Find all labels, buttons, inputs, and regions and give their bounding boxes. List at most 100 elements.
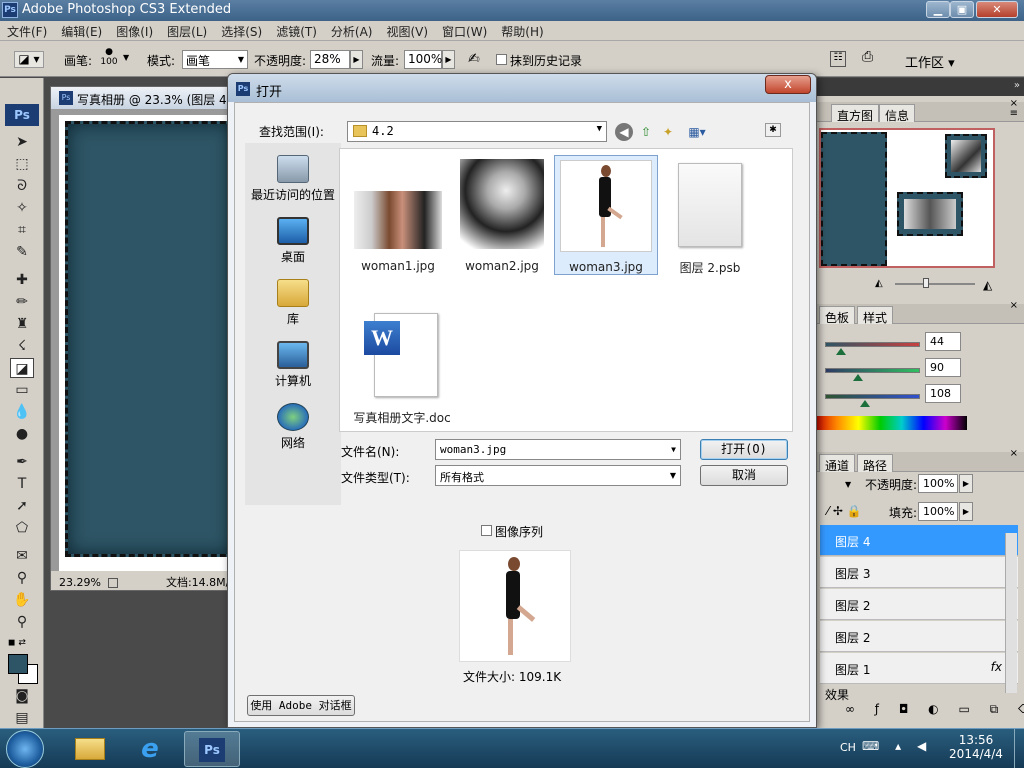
menu-edit[interactable]: 编辑(E) bbox=[54, 21, 109, 40]
layer-row[interactable]: 图层 3 bbox=[820, 557, 1018, 588]
opacity-input[interactable]: 28% bbox=[310, 50, 350, 69]
image-sequence-checkbox[interactable] bbox=[481, 525, 492, 536]
up-folder-icon[interactable]: ⇧ bbox=[637, 123, 655, 141]
foreground-color-swatch[interactable] bbox=[8, 654, 28, 674]
adobe-dialog-button[interactable]: 使用 Adobe 对话框 bbox=[247, 695, 355, 716]
layer-opacity-slider-icon[interactable]: ▶ bbox=[959, 474, 973, 493]
view-menu-icon[interactable]: ▦▾ bbox=[683, 123, 711, 141]
filetype-select[interactable]: 所有格式 ▼ bbox=[435, 465, 681, 486]
layers-footer-icons[interactable]: ∞ ƒ ◘ ◐ ▭ ⧉ ⌫ bbox=[845, 702, 1024, 717]
layers-scrollbar[interactable] bbox=[1005, 533, 1017, 693]
tab-channels[interactable]: 通道 bbox=[819, 454, 856, 473]
file-item[interactable]: woman2.jpg bbox=[450, 155, 554, 275]
canvas-image[interactable] bbox=[65, 121, 235, 557]
menu-filter[interactable]: 滤镜(T) bbox=[269, 21, 324, 40]
cancel-button[interactable]: 取消 bbox=[700, 465, 788, 486]
minimize-button[interactable]: ▁ bbox=[926, 1, 950, 18]
dodge-tool-icon[interactable]: ● bbox=[10, 424, 34, 444]
bookmark-icon[interactable]: ✱ bbox=[765, 123, 781, 137]
erase-history-checkbox[interactable] bbox=[496, 54, 507, 65]
opacity-slider-button[interactable]: ▶ bbox=[350, 50, 363, 69]
blue-slider-thumb[interactable] bbox=[860, 400, 870, 407]
tab-styles[interactable]: 样式 bbox=[857, 306, 894, 325]
red-slider-thumb[interactable] bbox=[836, 348, 846, 355]
color-panel-close-icon[interactable]: × bbox=[1010, 300, 1018, 311]
blue-slider[interactable] bbox=[825, 394, 920, 399]
brush-dropdown-icon[interactable]: ▼ bbox=[123, 53, 129, 62]
filename-input[interactable]: woman3.jpg ▼ bbox=[435, 439, 681, 460]
document-title-bar[interactable]: Ps 写真相册 @ 23.3% (图层 4 bbox=[51, 87, 231, 109]
zoom-in-icon[interactable]: ◭ bbox=[983, 278, 992, 292]
restore-button[interactable]: ▣ bbox=[950, 1, 974, 18]
history-brush-tool-icon[interactable]: ☇ bbox=[10, 336, 34, 356]
show-desktop-button[interactable] bbox=[1014, 729, 1024, 768]
layer-row[interactable]: 图层 2 bbox=[820, 621, 1018, 652]
file-item[interactable]: woman1.jpg bbox=[346, 155, 450, 275]
tab-swatches[interactable]: 色板 bbox=[819, 306, 856, 325]
layer-fx-badge[interactable]: fx bbox=[991, 660, 1002, 674]
navigator-zoom-slider[interactable] bbox=[895, 283, 975, 285]
place-computer[interactable]: 计算机 bbox=[245, 341, 341, 389]
brush-tool-icon[interactable]: ✏ bbox=[10, 292, 34, 312]
tray-icons[interactable]: ⌨ ▴ ◀ bbox=[862, 739, 932, 753]
photoshop-taskbar-icon[interactable]: Ps bbox=[184, 731, 240, 767]
gradient-tool-icon[interactable]: ▭ bbox=[10, 380, 34, 400]
fill-slider-icon[interactable]: ▶ bbox=[959, 502, 973, 521]
navigator-preview[interactable] bbox=[819, 128, 995, 268]
green-slider-thumb[interactable] bbox=[853, 374, 863, 381]
layer-row[interactable]: 图层 4 bbox=[820, 525, 1018, 556]
layer-row[interactable]: 图层 2 bbox=[820, 589, 1018, 620]
dialog-close-button[interactable]: x bbox=[765, 75, 811, 94]
quick-mask-icon[interactable]: ◙ bbox=[10, 686, 34, 706]
place-network[interactable]: 网络 bbox=[245, 403, 341, 451]
blue-value[interactable]: 108 bbox=[925, 384, 961, 403]
hand-tool-icon[interactable]: ✋ bbox=[10, 590, 34, 610]
place-recent[interactable]: 最近访问的位置 bbox=[245, 155, 341, 203]
palette-well-icon[interactable]: ☷ bbox=[830, 51, 846, 67]
green-slider[interactable] bbox=[825, 368, 920, 373]
lock-icons[interactable]: ⁄ ✢ 🔒 bbox=[827, 504, 862, 518]
red-value[interactable]: 44 bbox=[925, 332, 961, 351]
zoom-tool-icon[interactable]: ⚲ bbox=[10, 612, 34, 632]
lookin-select[interactable]: 4.2 ▼ bbox=[347, 121, 607, 142]
menu-help[interactable]: 帮助(H) bbox=[494, 21, 550, 40]
zoom-level[interactable]: 23.29% bbox=[59, 576, 101, 589]
flow-input[interactable]: 100% bbox=[404, 50, 442, 69]
slice-tool-icon[interactable]: ✎ bbox=[10, 242, 34, 262]
screen-mode-icon[interactable]: ▤ bbox=[10, 708, 34, 728]
marquee-tool-icon[interactable]: ⬚ bbox=[10, 154, 34, 174]
new-folder-icon[interactable]: ✦ bbox=[659, 123, 677, 141]
default-colors-icon[interactable]: ◼ ⇄ bbox=[8, 638, 26, 648]
eyedropper-tool-icon[interactable]: ⚲ bbox=[10, 568, 34, 588]
zoom-out-icon[interactable]: ◭ bbox=[875, 278, 883, 289]
menu-view[interactable]: 视图(V) bbox=[379, 21, 435, 40]
shape-tool-icon[interactable]: ⬠ bbox=[10, 518, 34, 538]
menu-analysis[interactable]: 分析(A) bbox=[324, 21, 380, 40]
layer-row[interactable]: 图层 1 fx bbox=[820, 653, 1018, 684]
filename-dropdown-icon[interactable]: ▼ bbox=[671, 445, 676, 454]
menu-layer[interactable]: 图层(L) bbox=[160, 21, 214, 40]
status-menu-icon[interactable] bbox=[108, 578, 119, 588]
eraser-tool-icon[interactable]: ◪ bbox=[10, 358, 34, 378]
dialog-title-bar[interactable]: Ps 打开 x bbox=[228, 74, 816, 102]
navigator-zoom-thumb[interactable] bbox=[923, 278, 929, 288]
notes-tool-icon[interactable]: ✉ bbox=[10, 546, 34, 566]
color-spectrum-bar[interactable] bbox=[815, 416, 967, 430]
file-item[interactable]: woman3.jpg bbox=[554, 155, 658, 275]
type-tool-icon[interactable]: T bbox=[10, 474, 34, 494]
layers-panel-close-icon[interactable]: × bbox=[1010, 448, 1018, 459]
place-library[interactable]: 库 bbox=[245, 279, 341, 327]
crop-tool-icon[interactable]: ⌗ bbox=[10, 220, 34, 240]
eraser-tool-preset-icon[interactable]: ◪ ▾ bbox=[14, 51, 44, 68]
place-desktop[interactable]: 桌面 bbox=[245, 217, 341, 265]
ie-taskbar-icon[interactable]: e bbox=[122, 731, 178, 767]
path-selection-tool-icon[interactable]: ➚ bbox=[10, 496, 34, 516]
start-button[interactable] bbox=[6, 730, 44, 768]
bridge-icon[interactable]: ⎙ bbox=[862, 49, 886, 69]
red-slider[interactable] bbox=[825, 342, 920, 347]
brush-picker[interactable]: ● 100 bbox=[100, 47, 118, 67]
magic-wand-tool-icon[interactable]: ✧ bbox=[10, 198, 34, 218]
language-indicator[interactable]: CH bbox=[840, 741, 856, 754]
tab-histogram[interactable]: 直方图 bbox=[831, 104, 880, 123]
tab-info[interactable]: 信息 bbox=[879, 104, 916, 123]
